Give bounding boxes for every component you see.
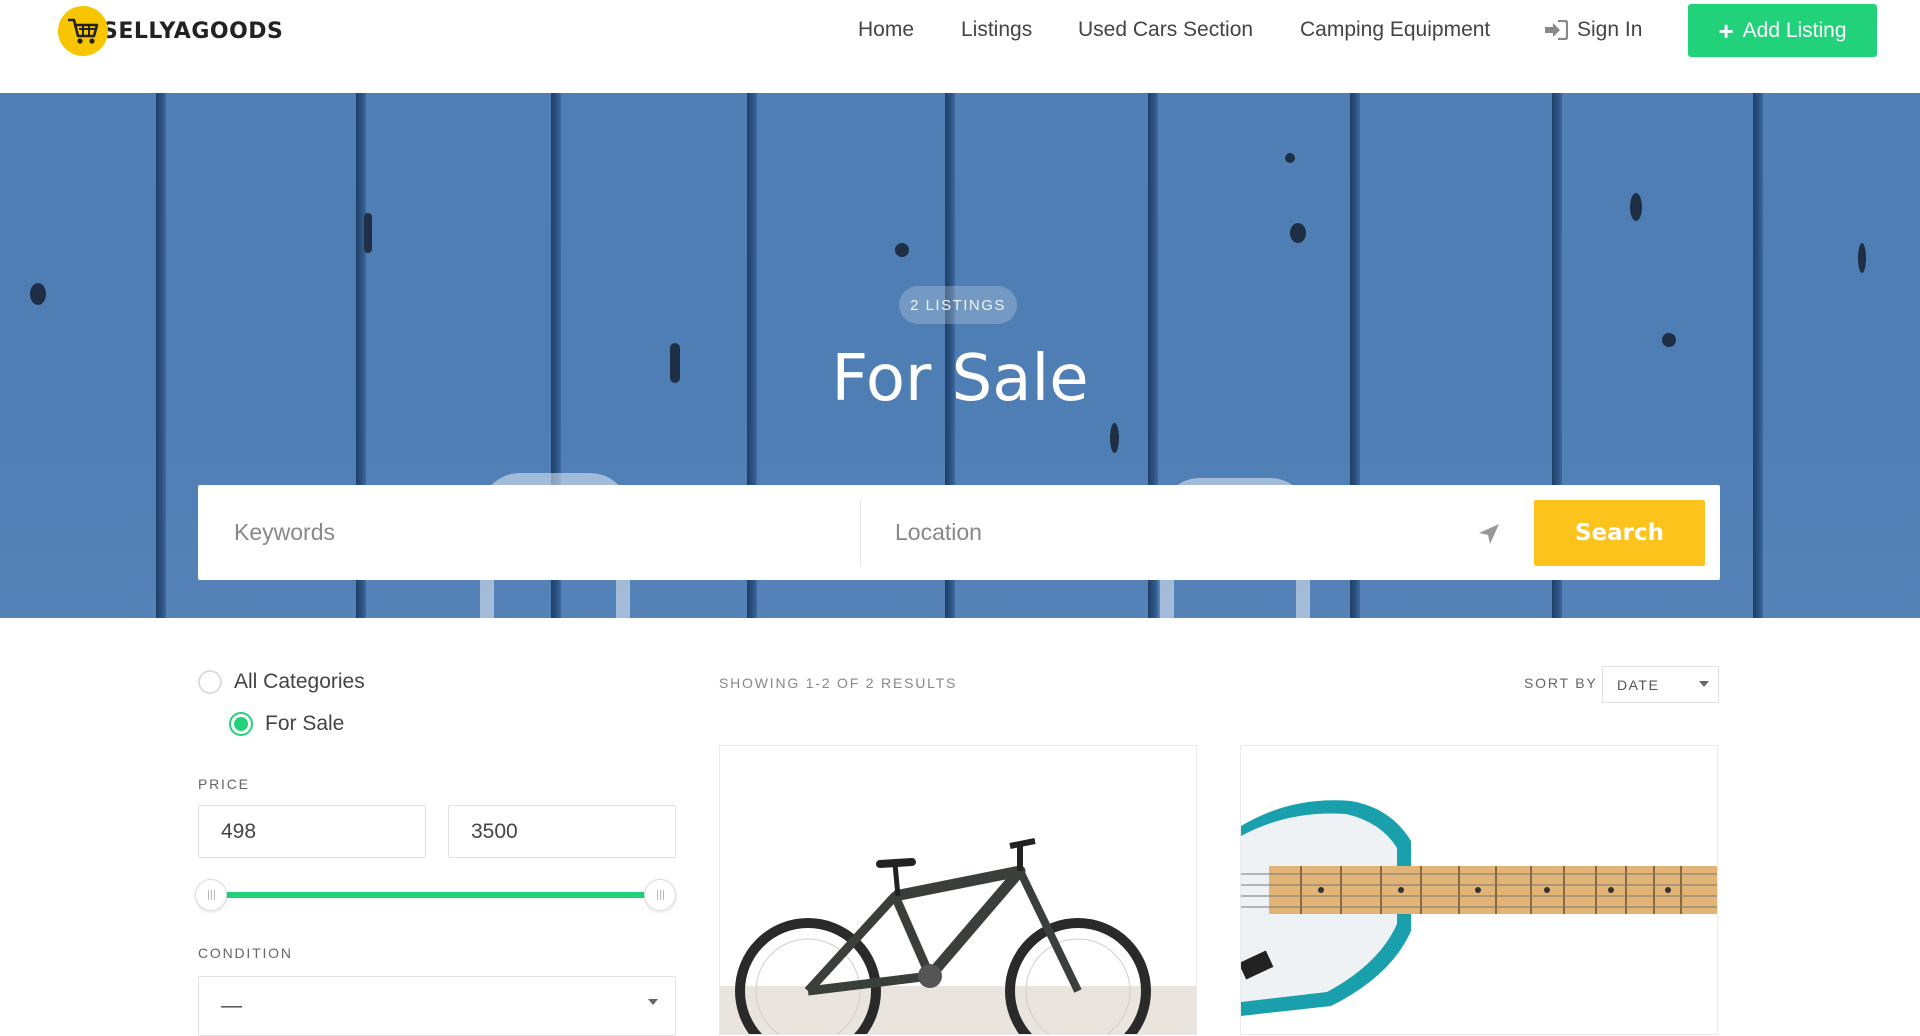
radio-checked-icon[interactable] xyxy=(229,712,253,736)
keywords-input[interactable] xyxy=(234,485,834,580)
listings-count-badge: 2 LISTINGS xyxy=(899,286,1017,324)
price-range-track[interactable] xyxy=(210,892,658,898)
listing-image-guitar xyxy=(1241,800,1717,1016)
radio-unchecked-icon[interactable] xyxy=(198,670,222,694)
location-arrow-icon[interactable] xyxy=(1477,522,1501,546)
chevron-down-icon xyxy=(1699,681,1709,687)
nav-home[interactable]: Home xyxy=(858,18,914,42)
results-count: SHOWING 1-2 OF 2 RESULTS xyxy=(719,675,958,691)
price-max-input[interactable]: 3500 xyxy=(448,805,676,858)
listing-card-bike[interactable] xyxy=(719,745,1197,1035)
price-max-handle[interactable] xyxy=(644,879,676,911)
condition-label: CONDITION xyxy=(198,945,293,961)
condition-value: — xyxy=(221,994,242,1017)
condition-select[interactable]: — xyxy=(198,976,676,1036)
sign-in-label: Sign In xyxy=(1577,18,1643,41)
nav-listings[interactable]: Listings xyxy=(961,18,1032,42)
category-for-sale[interactable]: For Sale xyxy=(229,712,344,736)
sort-by-label: SORT BY xyxy=(1524,675,1598,691)
price-min-input[interactable]: 498 xyxy=(198,805,426,858)
add-listing-label: Add Listing xyxy=(1742,18,1847,42)
site-logo[interactable]: SELLYAGOODS xyxy=(58,6,283,56)
listing-image-bike xyxy=(720,838,1196,1034)
add-listing-button[interactable]: + Add Listing xyxy=(1688,4,1877,57)
sign-in-icon xyxy=(1545,20,1568,40)
search-button[interactable]: Search xyxy=(1534,500,1705,566)
hero-banner: 2 LISTINGS For Sale Search xyxy=(0,93,1920,618)
listing-card-guitar[interactable] xyxy=(1240,745,1718,1035)
category-for-sale-label: For Sale xyxy=(265,712,345,735)
site-header: SELLYAGOODS Home Listings Used Cars Sect… xyxy=(0,0,1920,93)
nav-camping-equipment[interactable]: Camping Equipment xyxy=(1300,18,1490,42)
price-label: PRICE xyxy=(198,776,250,792)
shopping-cart-icon xyxy=(58,6,108,56)
plus-icon: + xyxy=(1718,15,1734,46)
sign-in-link[interactable]: Sign In xyxy=(1544,18,1642,42)
location-input[interactable] xyxy=(895,485,1455,580)
search-bar: Search xyxy=(198,485,1720,580)
page-title: For Sale xyxy=(831,342,1089,416)
sort-select[interactable]: DATE xyxy=(1602,666,1719,703)
nav-used-cars[interactable]: Used Cars Section xyxy=(1078,18,1253,42)
chevron-down-icon xyxy=(648,999,658,1005)
logo-text: SELLYAGOODS xyxy=(102,18,284,44)
price-min-handle[interactable] xyxy=(195,879,227,911)
category-all-label: All Categories xyxy=(234,670,365,693)
sort-value: DATE xyxy=(1617,676,1660,693)
category-all[interactable]: All Categories xyxy=(198,670,365,694)
search-divider xyxy=(860,499,861,566)
